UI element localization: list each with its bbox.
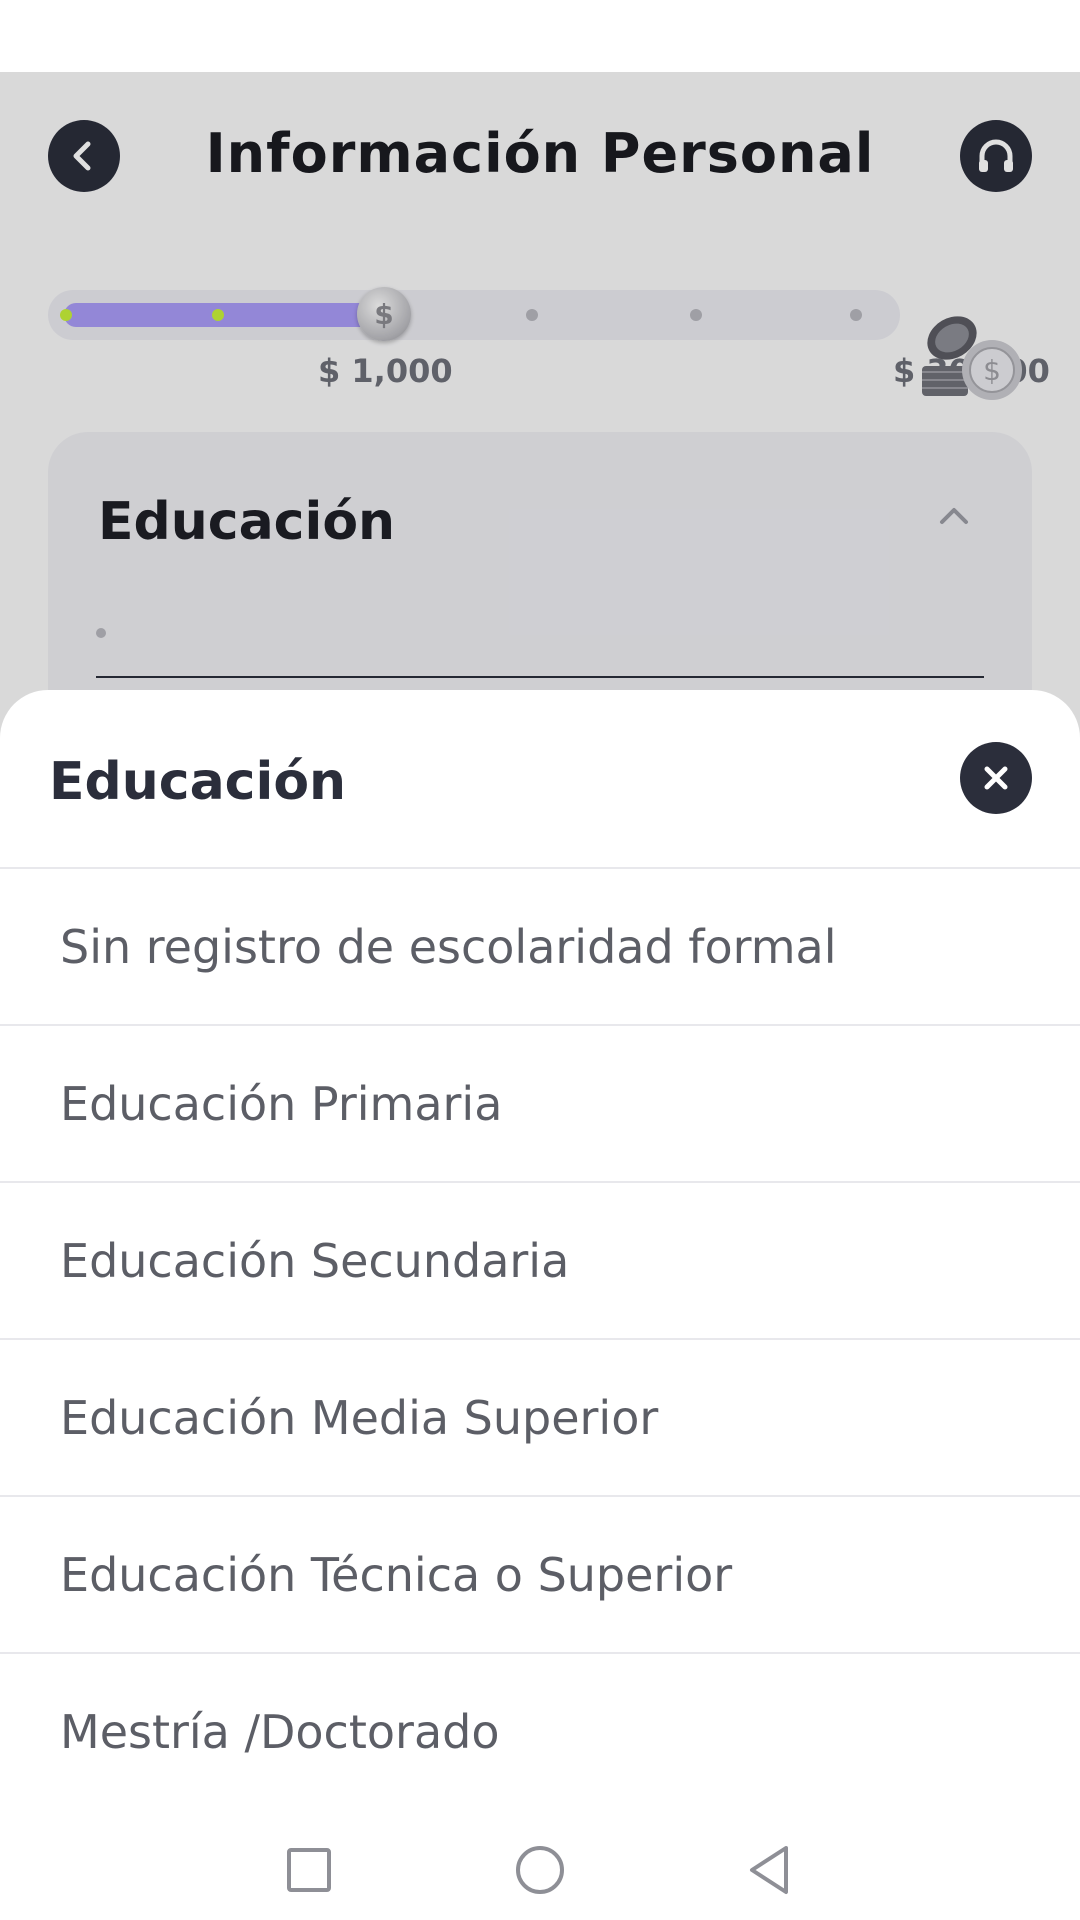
option-item[interactable]: Sin registro de escolaridad formal: [0, 869, 1080, 1026]
close-button[interactable]: [960, 742, 1032, 814]
back-icon[interactable]: [740, 1840, 800, 1900]
recent-apps-icon[interactable]: [279, 1840, 339, 1900]
home-icon[interactable]: [510, 1840, 570, 1900]
bottom-sheet: Educación Sin registro de escolaridad fo…: [0, 690, 1080, 1920]
option-item[interactable]: Educación Secundaria: [0, 1183, 1080, 1340]
option-item[interactable]: Educación Técnica o Superior: [0, 1497, 1080, 1654]
option-item[interactable]: Educación Media Superior: [0, 1340, 1080, 1497]
sheet-title: Educación: [49, 752, 347, 812]
option-item[interactable]: Mestría /Doctorado: [0, 1654, 1080, 1809]
option-item[interactable]: Educación Primaria: [0, 1026, 1080, 1183]
close-icon: [984, 766, 1008, 790]
system-navigation-bar: [0, 1810, 1080, 1920]
education-options-list: Sin registro de escolaridad formal Educa…: [0, 869, 1080, 1809]
status-bar: [0, 0, 1080, 72]
